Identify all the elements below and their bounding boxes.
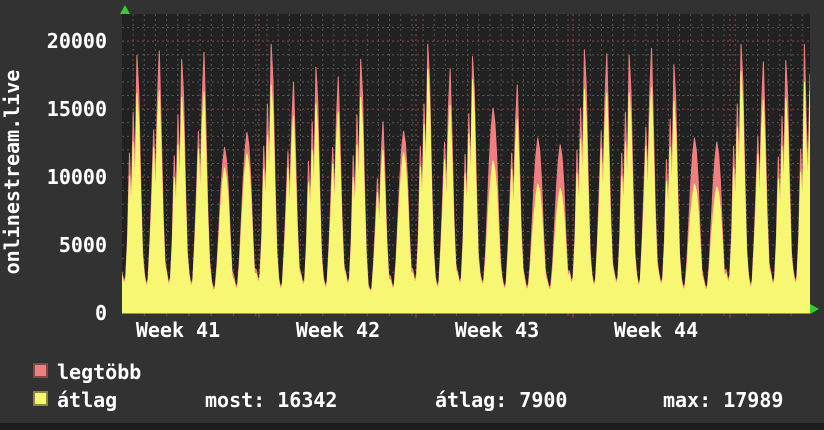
- y-tick-10000: 10000: [46, 165, 107, 189]
- chart-canvas: [122, 14, 810, 318]
- series-area-avg-atlag: [122, 68, 810, 314]
- legend-label-legtobb: legtöbb: [57, 360, 142, 384]
- x-label-week-44: Week 44: [613, 318, 699, 342]
- y-tick-0: 0: [94, 301, 107, 325]
- x-label-week-41: Week 41: [135, 318, 221, 342]
- plot-area: [122, 14, 810, 318]
- bottom-edge-strip: [0, 423, 824, 430]
- stat-most: most: 16342: [205, 388, 338, 412]
- legend-color-legtobb: [33, 363, 48, 378]
- y-tick-15000: 15000: [46, 97, 107, 121]
- x-label-week-43: Week 43: [454, 318, 540, 342]
- x-axis-arrow-icon: [810, 304, 819, 314]
- y-axis-arrow-icon: [120, 5, 130, 14]
- y-tick-5000: 5000: [58, 233, 107, 257]
- rrd-graph: onlinestream.live 0 5000 10000 15000 200…: [0, 0, 824, 430]
- stat-max: max: 17989: [663, 388, 784, 412]
- legend-label-atlag: átlag: [57, 388, 118, 412]
- y-tick-20000: 20000: [46, 29, 107, 53]
- x-label-week-42: Week 42: [295, 318, 381, 342]
- stat-atlag: átlag: 7900: [435, 388, 568, 412]
- legend-color-atlag: [33, 391, 48, 406]
